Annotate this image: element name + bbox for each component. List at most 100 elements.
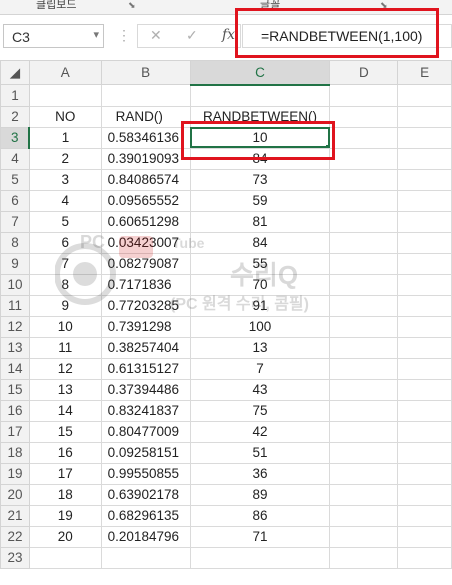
cell-no[interactable]: 14: [28, 399, 102, 422]
cell[interactable]: [397, 273, 452, 296]
cell[interactable]: [397, 336, 452, 359]
cell[interactable]: [397, 84, 452, 107]
cell[interactable]: [329, 441, 399, 464]
column-header-d[interactable]: D: [329, 60, 399, 85]
cell-rand[interactable]: 0.61315127: [100, 357, 191, 380]
cell-randbetween[interactable]: 7: [189, 357, 331, 380]
cancel-icon[interactable]: ✕: [150, 27, 162, 44]
cell[interactable]: [397, 378, 452, 401]
cell-randbetween[interactable]: 84: [189, 231, 331, 254]
cell-rand[interactable]: 0.20184796: [100, 525, 191, 548]
row-header[interactable]: 1: [0, 84, 30, 107]
cell-rand[interactable]: 0.7391298: [100, 315, 191, 338]
cell[interactable]: [397, 315, 452, 338]
cell[interactable]: [329, 294, 399, 317]
cell-rand[interactable]: 0.83241837: [100, 399, 191, 422]
cell[interactable]: [329, 462, 399, 485]
cell-rand[interactable]: 0.80477009: [100, 420, 191, 443]
cell-no[interactable]: 15: [28, 420, 102, 443]
cell-no[interactable]: 17: [28, 462, 102, 485]
cell[interactable]: [28, 84, 102, 107]
cell-randbetween[interactable]: 73: [189, 168, 331, 191]
cell[interactable]: [329, 399, 399, 422]
cell-randbetween[interactable]: 89: [189, 483, 331, 506]
cell[interactable]: [100, 84, 191, 107]
row-header[interactable]: 9: [0, 252, 30, 275]
formula-input[interactable]: =RANDBETWEEN(1,100): [242, 24, 452, 48]
cell[interactable]: [397, 189, 452, 212]
cell-randbetween[interactable]: 51: [189, 441, 331, 464]
cell[interactable]: [329, 189, 399, 212]
column-header-a[interactable]: A: [28, 60, 102, 85]
row-header[interactable]: 2: [0, 105, 30, 128]
cell[interactable]: [329, 504, 399, 527]
cell[interactable]: [397, 462, 452, 485]
cell[interactable]: [329, 210, 399, 233]
cell-no[interactable]: 6: [28, 231, 102, 254]
cell[interactable]: [397, 483, 452, 506]
cell[interactable]: [189, 546, 331, 569]
row-header[interactable]: 16: [0, 399, 30, 422]
row-header[interactable]: 3: [0, 126, 31, 149]
clipboard-launcher-icon[interactable]: ⬊: [128, 0, 136, 11]
cell[interactable]: [397, 546, 452, 569]
cell[interactable]: [397, 168, 452, 191]
column-header-e[interactable]: E: [397, 60, 452, 85]
header-cell-no[interactable]: NO: [28, 105, 102, 128]
header-cell-randbetween[interactable]: RANDBETWEEN(): [189, 105, 331, 128]
column-header-c[interactable]: C: [189, 60, 331, 86]
cell-randbetween[interactable]: 55: [189, 252, 331, 275]
cell[interactable]: [329, 378, 399, 401]
cell-no[interactable]: 1: [28, 126, 102, 149]
cell-no[interactable]: 12: [28, 357, 102, 380]
cell-no[interactable]: 19: [28, 504, 102, 527]
cell[interactable]: [100, 546, 191, 569]
cell[interactable]: [329, 147, 399, 170]
cell-no[interactable]: 18: [28, 483, 102, 506]
header-cell-rand[interactable]: RAND(): [100, 105, 191, 128]
cell-no[interactable]: 2: [28, 147, 102, 170]
cell[interactable]: [329, 357, 399, 380]
cell[interactable]: [329, 420, 399, 443]
row-header[interactable]: 19: [0, 462, 30, 485]
cell[interactable]: [28, 546, 102, 569]
cell-rand[interactable]: 0.58346136: [100, 126, 191, 149]
cell[interactable]: [329, 252, 399, 275]
cell[interactable]: [397, 399, 452, 422]
cell[interactable]: [397, 441, 452, 464]
cell-randbetween[interactable]: 59: [189, 189, 331, 212]
cell[interactable]: [397, 231, 452, 254]
row-header[interactable]: 10: [0, 273, 30, 296]
row-header[interactable]: 14: [0, 357, 30, 380]
cell[interactable]: [397, 525, 452, 548]
cell-no[interactable]: 4: [28, 189, 102, 212]
cell-rand[interactable]: 0.99550855: [100, 462, 191, 485]
cell-no[interactable]: 7: [28, 252, 102, 275]
cell-no[interactable]: 5: [28, 210, 102, 233]
cell[interactable]: [397, 147, 452, 170]
row-header[interactable]: 18: [0, 441, 30, 464]
row-header[interactable]: 13: [0, 336, 30, 359]
cell-rand[interactable]: 0.63902178: [100, 483, 191, 506]
row-header[interactable]: 17: [0, 420, 30, 443]
cell-rand[interactable]: 0.08279087: [100, 252, 191, 275]
cell-randbetween[interactable]: 43: [189, 378, 331, 401]
cell[interactable]: [397, 252, 452, 275]
cell-no[interactable]: 20: [28, 525, 102, 548]
cell[interactable]: [397, 105, 452, 128]
cell-randbetween[interactable]: 100: [189, 315, 331, 338]
formula-bar-grip-icon[interactable]: ⋮: [117, 27, 131, 44]
cell[interactable]: [397, 357, 452, 380]
cell[interactable]: [329, 168, 399, 191]
cell[interactable]: [397, 126, 452, 149]
cell-rand[interactable]: 0.37394486: [100, 378, 191, 401]
cell[interactable]: [329, 483, 399, 506]
cell-randbetween[interactable]: 36: [189, 462, 331, 485]
cell[interactable]: [397, 504, 452, 527]
cell-rand[interactable]: 0.09258151: [100, 441, 191, 464]
row-header[interactable]: 12: [0, 315, 30, 338]
cell-no[interactable]: 11: [28, 336, 102, 359]
cell-rand[interactable]: 0.7171836: [100, 273, 191, 296]
cell[interactable]: [189, 84, 331, 107]
cell-randbetween[interactable]: 81: [189, 210, 331, 233]
